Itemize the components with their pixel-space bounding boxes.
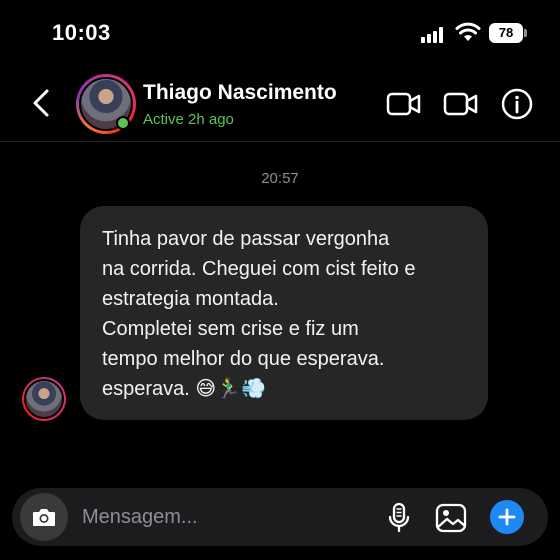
audio-call-button[interactable] bbox=[386, 88, 422, 120]
add-button[interactable] bbox=[490, 500, 524, 534]
message-timestamp: 20:57 bbox=[261, 170, 299, 187]
battery-level: 78 bbox=[489, 23, 523, 43]
sender-avatar[interactable] bbox=[22, 377, 66, 421]
contact-name[interactable]: Thiago Nascimento bbox=[143, 81, 337, 105]
message-line: na corrida. Cheguei com cist feito e bbox=[102, 258, 416, 280]
camera-icon bbox=[33, 509, 55, 526]
contact-status: Active 2h ago bbox=[143, 111, 234, 128]
microphone-button[interactable] bbox=[382, 501, 416, 535]
back-button[interactable] bbox=[24, 86, 58, 120]
message-bubble[interactable]: Tinha pavor de passar vergonha na corrid… bbox=[80, 206, 488, 420]
message-line: esperava. 😅🏃‍♂️💨 bbox=[102, 378, 267, 400]
gallery-icon bbox=[435, 503, 467, 533]
info-icon bbox=[501, 88, 533, 120]
wifi-icon bbox=[455, 22, 481, 42]
message-line: tempo melhor do que esperava. bbox=[102, 348, 385, 370]
info-button[interactable] bbox=[500, 88, 534, 120]
status-time: 10:03 bbox=[52, 20, 111, 45]
battery-icon: 78 bbox=[489, 23, 527, 43]
message-line: Tinha pavor de passar vergonha bbox=[102, 228, 390, 250]
audio-call-icon bbox=[386, 92, 421, 116]
video-call-icon bbox=[443, 92, 478, 116]
plus-icon bbox=[498, 508, 516, 526]
signal-icon bbox=[421, 27, 445, 43]
status-bar: 10:03 78 bbox=[0, 0, 560, 66]
avatar-image bbox=[24, 379, 64, 419]
message-input[interactable] bbox=[82, 502, 372, 532]
camera-button[interactable] bbox=[20, 493, 68, 541]
message-composer bbox=[12, 488, 548, 546]
video-call-button[interactable] bbox=[443, 88, 479, 120]
chat-header: Thiago Nascimento Active 2h ago bbox=[0, 66, 560, 142]
back-chevron-icon bbox=[33, 89, 49, 117]
message-line: Completei sem crise e fiz um bbox=[102, 318, 359, 340]
gallery-button[interactable] bbox=[434, 501, 468, 535]
online-indicator bbox=[116, 116, 130, 130]
message-line: estrategia montada. bbox=[102, 288, 279, 310]
microphone-icon bbox=[388, 502, 410, 533]
